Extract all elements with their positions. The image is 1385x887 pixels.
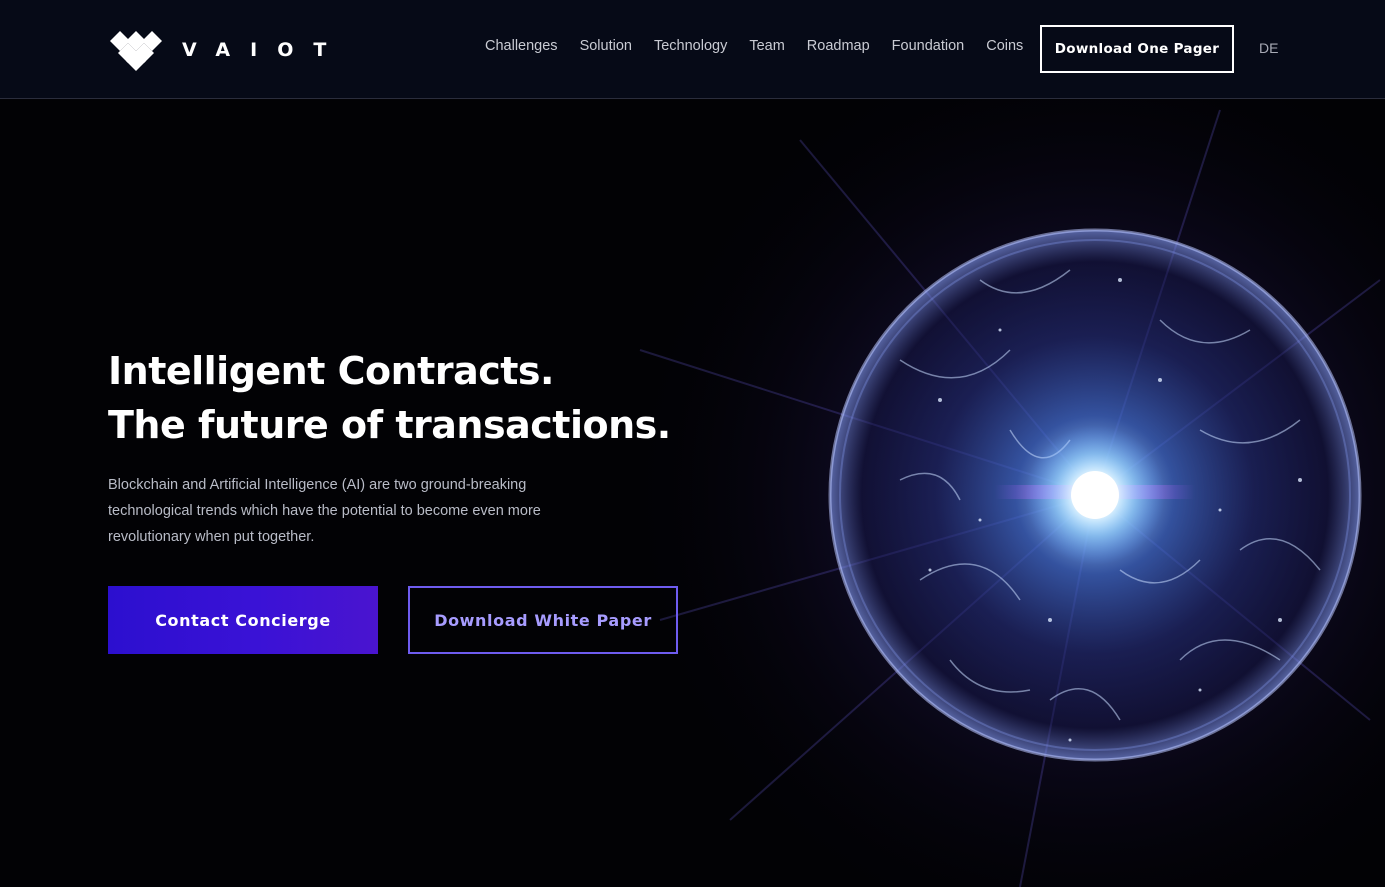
diamond-lattice-icon	[110, 31, 162, 71]
brand-name: VAIOT	[182, 39, 347, 61]
hero-title-line-2: The future of transactions.	[108, 403, 671, 447]
contact-concierge-button[interactable]: Contact Concierge	[108, 586, 378, 654]
nav-item-challenges[interactable]: Challenges	[485, 38, 558, 54]
nav-item-foundation[interactable]: Foundation	[892, 38, 965, 54]
hero-description: Blockchain and Artificial Intelligence (…	[108, 477, 541, 545]
nav-item-solution[interactable]: Solution	[580, 38, 632, 54]
download-one-pager-button[interactable]: Download One Pager	[1040, 25, 1234, 73]
hero-orb-visual	[600, 100, 1385, 887]
nav-item-team[interactable]: Team	[749, 38, 784, 54]
page: VAIOT Challenges Solution Technology Tea…	[0, 0, 1385, 887]
nav-item-coins[interactable]: Coins	[986, 38, 1023, 54]
site-header: VAIOT Challenges Solution Technology Tea…	[0, 0, 1385, 99]
brand-logo[interactable]: VAIOT	[108, 29, 346, 71]
nav-item-technology[interactable]: Technology	[654, 38, 727, 54]
language-switch[interactable]: DE	[1259, 40, 1278, 56]
hero-title: Intelligent Contracts. The future of tra…	[108, 344, 728, 452]
download-white-paper-button[interactable]: Download White Paper	[408, 586, 678, 654]
hero-title-line-1: Intelligent Contracts.	[108, 349, 554, 393]
main-nav: Challenges Solution Technology Team Road…	[485, 38, 1045, 54]
nav-item-roadmap[interactable]: Roadmap	[807, 38, 870, 54]
